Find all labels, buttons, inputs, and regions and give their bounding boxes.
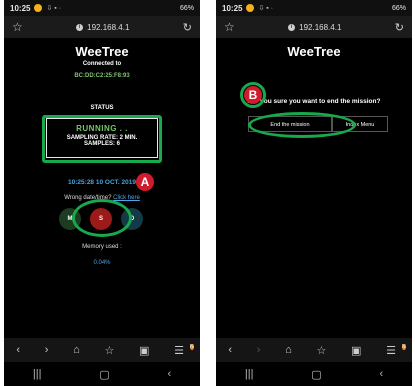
system-home-icon[interactable]: ▢ (99, 368, 109, 381)
menu-icon[interactable]: ☰ N (174, 343, 194, 357)
memory-value: 0.04% (93, 260, 111, 266)
battery-level: 66% (179, 4, 194, 12)
annotation-marker-b: B (244, 86, 262, 104)
status-time: 10:25 (10, 3, 31, 13)
address-field[interactable]: i 192.168.4.1 (23, 23, 183, 32)
bookmark-star-icon[interactable]: ☆ (12, 20, 23, 34)
bookmark-star-icon[interactable]: ☆ (224, 20, 235, 34)
recent-apps-icon[interactable]: ||| (245, 368, 254, 380)
phone-screen-left: 10:25 ⇩ ▪ · 66% ☆ i 192.168.4.1 ↻ WeeTree… (4, 0, 200, 386)
notification-badge: N (190, 343, 194, 350)
connected-label: Connected to (82, 61, 122, 67)
status-bar: 10:25 ⇩ ▪ · 66% (216, 0, 412, 16)
system-nav-bar: ||| ▢ ‹ (216, 362, 412, 386)
reload-icon[interactable]: ↻ (183, 21, 192, 34)
tabs-icon[interactable]: ▣ (351, 344, 361, 357)
recent-apps-icon[interactable]: ||| (33, 368, 42, 380)
click-here-link[interactable]: Click here (113, 195, 140, 201)
forward-icon[interactable]: › (45, 344, 49, 356)
notification-icon (246, 4, 255, 12)
address-field[interactable]: i 192.168.4.1 (235, 23, 395, 32)
browser-nav-bar: ‹ › ⌂ ☆ ▣ ☰ N (4, 338, 200, 362)
app-title: WeeTree (75, 44, 129, 59)
annotation-marker-a: A (136, 173, 154, 191)
app-title: WeeTree (287, 44, 341, 59)
mac-address: BC:DD:C2:25:F8:93 (74, 73, 130, 79)
highlight-ring-stop (72, 199, 132, 237)
url-text: 192.168.4.1 (87, 22, 130, 32)
memory-label: Memory used : (82, 244, 122, 250)
bookmarks-icon[interactable]: ☆ (104, 344, 114, 357)
url-text: 192.168.4.1 (299, 22, 342, 32)
bookmarks-icon[interactable]: ☆ (316, 344, 326, 357)
status-icons: ⇩ ▪ · (258, 5, 274, 12)
tabs-icon[interactable]: ▣ (139, 344, 149, 357)
datetime-display: 10:25:28 10 OCT. 2019 (68, 179, 136, 186)
highlight-ring-status (42, 115, 162, 163)
info-icon: i (76, 23, 84, 31)
browser-nav-bar: ‹ › ⌂ ☆ ▣ ☰ N (216, 338, 412, 362)
back-icon[interactable]: ‹ (16, 344, 20, 356)
browser-url-bar: ☆ i 192.168.4.1 ↻ (216, 16, 412, 38)
status-time: 10:25 (222, 3, 243, 13)
status-bar: 10:25 ⇩ ▪ · 66% (4, 0, 200, 16)
browser-url-bar: ☆ i 192.168.4.1 ↻ (4, 16, 200, 38)
page-content: WeeTree Connected to BC:DD:C2:25:F8:93 S… (4, 38, 200, 338)
system-back-icon[interactable]: ‹ (167, 368, 171, 380)
notification-icon (34, 4, 43, 12)
home-icon[interactable]: ⌂ (73, 344, 80, 356)
home-icon[interactable]: ⌂ (285, 344, 292, 356)
battery-level: 66% (391, 4, 406, 12)
status-heading: STATUS (90, 105, 114, 111)
highlight-ring-end-mission (248, 112, 356, 138)
back-icon[interactable]: ‹ (228, 344, 232, 356)
notification-badge: N (402, 343, 406, 350)
phone-screen-right: 10:25 ⇩ ▪ · 66% ☆ i 192.168.4.1 ↻ WeeTree… (216, 0, 412, 386)
forward-icon[interactable]: › (257, 344, 261, 356)
system-home-icon[interactable]: ▢ (311, 368, 321, 381)
menu-icon[interactable]: ☰ N (386, 343, 406, 357)
system-back-icon[interactable]: ‹ (379, 368, 383, 380)
info-icon: i (288, 23, 296, 31)
status-icons: ⇩ ▪ · (46, 5, 62, 12)
reload-icon[interactable]: ↻ (395, 21, 404, 34)
system-nav-bar: ||| ▢ ‹ (4, 362, 200, 386)
